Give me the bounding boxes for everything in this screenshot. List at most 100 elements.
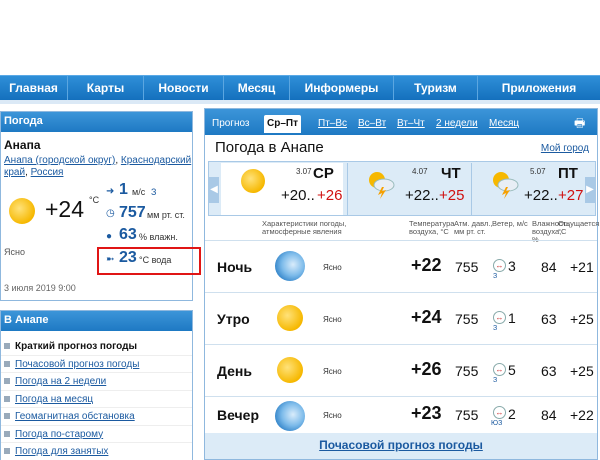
city-links-title: В Анапе [1, 311, 192, 331]
bullet-icon [4, 343, 10, 350]
day-date: 3.07 [296, 167, 312, 176]
forecast-title: Погода в Анапе [215, 139, 324, 156]
header-feels-like: Ощущается, °C [558, 219, 600, 236]
pressure-value: 757 [119, 204, 146, 221]
nav-underline [0, 100, 600, 104]
tab-sun-tue[interactable]: Вс–Вт [355, 115, 389, 133]
humidity-value: 63 [119, 226, 137, 243]
sun-icon [9, 198, 35, 224]
bullet-icon [4, 360, 10, 367]
tab-forecast[interactable]: Прогноз [209, 115, 253, 133]
link-geomagnetic[interactable]: Геомагнитная обстановка [1, 408, 192, 426]
prev-arrow-icon[interactable]: ◀ [209, 177, 219, 203]
link-month[interactable]: Погода на месяц [1, 391, 192, 408]
day-date: 4.07 [412, 167, 428, 176]
wind-unit: м/с [132, 187, 146, 197]
current-temperature: +24 [45, 196, 85, 222]
row-temperature: +24 [411, 307, 442, 327]
row-wind: 3 [508, 258, 516, 274]
forecast-row-night: Ночь Ясно +22 755 ↔ З 3 84 +21 [205, 240, 597, 292]
link-short-forecast[interactable]: Краткий прогноз погоды [1, 338, 192, 356]
day-card-wed[interactable]: 3.07 СР +20.. +26 [221, 163, 343, 215]
moon-icon [275, 401, 305, 431]
region-link-country[interactable]: Россия [31, 167, 64, 178]
nav-item-maps[interactable]: Карты [68, 76, 144, 101]
header-pressure: Атм. давл., мм рт. ст. [454, 219, 493, 236]
link-old-style[interactable]: Погода по-старому [1, 426, 192, 443]
tab-wed-fri[interactable]: Ср–Пт [264, 115, 301, 133]
row-label: Утро [217, 311, 250, 327]
observation-datetime: 3 июля 2019 9:00 [4, 283, 76, 293]
temperature-unit: °C [89, 195, 100, 205]
my-city-link[interactable]: Мой город [541, 143, 589, 154]
row-feels-like: +22 [570, 407, 594, 423]
nav-item-informers[interactable]: Информеры [290, 76, 394, 101]
row-pressure: 755 [455, 259, 479, 275]
day-card-fri[interactable]: 5.07 ПТ +22.. +27 [471, 163, 583, 215]
day-high: +26 [317, 187, 343, 204]
day-name: ПТ [558, 165, 578, 182]
day-name: СР [313, 165, 334, 182]
forecast-row-morning: Утро Ясно +24 755 ↔ З 1 63 +25 [205, 292, 597, 344]
printer-icon[interactable]: 🖶 [571, 115, 588, 133]
wind-direction: З [151, 187, 157, 197]
row-pressure: 755 [455, 311, 479, 327]
day-strip: ◀ 3.07 СР +20.. +26 4.07 ЧТ +22.. +25 5.… [208, 161, 596, 216]
row-wind: 2 [508, 406, 516, 422]
humidity-icon: ● [106, 231, 113, 242]
link-hourly-forecast[interactable]: Почасовой прогноз погоды [1, 356, 192, 373]
current-condition: Ясно [4, 247, 25, 257]
row-wind-direction: ЮЗ [491, 420, 503, 427]
row-condition: Ясно [323, 263, 342, 272]
row-wind: 5 [508, 362, 516, 378]
region-link-district[interactable]: Анапа (городской округ) [4, 155, 115, 166]
hourly-forecast-link[interactable]: Почасовой прогноз погоды [319, 438, 483, 452]
humidity-unit: % влажн. [139, 232, 178, 242]
tab-fri-sun[interactable]: Пт–Вс [315, 115, 350, 133]
sun-icon [277, 357, 303, 383]
nav-item-month[interactable]: Месяц [224, 76, 290, 101]
forecast-panel: Прогноз Ср–Пт Пт–Вс Вс–Вт Вт–Чт 2 недели… [204, 108, 600, 460]
row-temperature: +26 [411, 359, 442, 379]
forecast-row-day: День Ясно +26 755 ↔ З 5 63 +25 [205, 344, 597, 396]
row-wind-direction: З [493, 325, 498, 332]
link-busy[interactable]: Погода для занятых [1, 443, 192, 460]
header-wind: Ветер, м/с [492, 219, 528, 228]
next-arrow-icon[interactable]: ▶ [585, 177, 595, 203]
nav-item-news[interactable]: Новости [144, 76, 224, 101]
row-humidity: 63 [541, 363, 557, 379]
row-condition: Ясно [323, 411, 342, 420]
row-temperature: +23 [411, 403, 442, 423]
water-temperature-highlight [97, 247, 201, 275]
row-humidity: 84 [541, 407, 557, 423]
sun-icon [241, 169, 265, 193]
region-breadcrumb: Анапа (городской округ), Краснодарский к… [4, 155, 192, 178]
pressure-unit: мм рт. ст. [147, 210, 185, 220]
forecast-row-evening: Вечер Ясно +23 755 ↔ ЮЗ 2 84 +22 [205, 396, 597, 433]
row-label: Ночь [217, 259, 253, 275]
top-navigation: Главная Карты Новости Месяц Информеры Ту… [0, 75, 600, 101]
nav-item-main[interactable]: Главная [0, 76, 68, 101]
tab-two-weeks[interactable]: 2 недели [433, 115, 481, 133]
row-condition: Ясно [323, 367, 342, 376]
bullet-icon [4, 413, 10, 420]
row-feels-like: +21 [570, 259, 594, 275]
row-label: Вечер [217, 407, 260, 423]
day-card-thu[interactable]: 4.07 ЧТ +22.. +25 [347, 163, 469, 215]
row-pressure: 755 [455, 363, 479, 379]
day-low: +22.. [405, 187, 439, 204]
nav-item-tourism[interactable]: Туризм [394, 76, 478, 101]
forecast-tabs: Прогноз Ср–Пт Пт–Вс Вс–Вт Вт–Чт 2 недели… [205, 109, 597, 135]
link-two-weeks[interactable]: Погода на 2 недели [1, 373, 192, 391]
bullet-icon [4, 378, 10, 385]
bullet-icon [4, 448, 10, 455]
row-temperature: +22 [411, 255, 442, 275]
day-low: +20.. [281, 187, 315, 204]
storm-icon [493, 172, 519, 199]
tab-month[interactable]: Месяц [486, 115, 522, 133]
header-temperature: Температура воздуха, °C [409, 219, 455, 236]
header-characteristics: Характеристики погоды, атмосферные явлен… [262, 219, 347, 236]
nav-item-apps[interactable]: Приложения [478, 76, 600, 101]
tab-tue-thu[interactable]: Вт–Чт [394, 115, 428, 133]
compass-icon: ↔ [493, 406, 506, 419]
